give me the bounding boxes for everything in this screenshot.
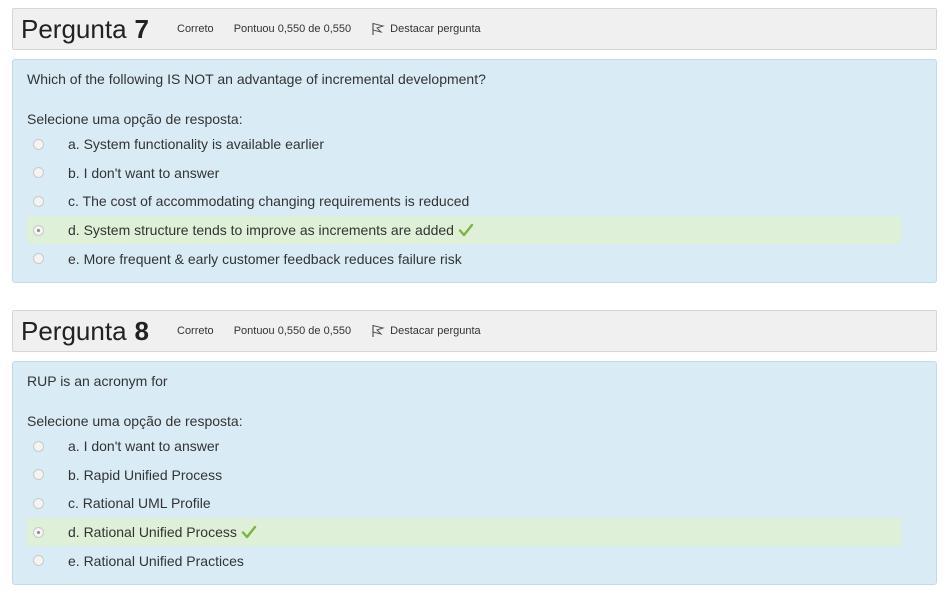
flag-icon bbox=[372, 325, 385, 337]
answer-label: a. System functionality is available ear… bbox=[68, 136, 325, 153]
answer-radio[interactable] bbox=[33, 469, 44, 481]
answer-radio[interactable] bbox=[33, 253, 44, 265]
answer-label: e. More frequent & early customer feedba… bbox=[68, 250, 462, 267]
answer-list: a. System functionality is available ear… bbox=[27, 130, 922, 273]
question-body: Which of the following IS NOT an advanta… bbox=[12, 59, 937, 283]
question-state: Correto bbox=[177, 23, 214, 35]
question-grade: Pontuou 0,550 de 0,550 bbox=[233, 325, 352, 337]
answer-label: b. Rapid Unified Process bbox=[68, 466, 223, 483]
answer-prompt: Selecione uma opção de resposta: bbox=[27, 111, 243, 127]
question-number: 7 bbox=[134, 13, 149, 44]
question-text: Which of the following IS NOT an advanta… bbox=[27, 71, 486, 87]
answer-label: c. Rational UML Profile bbox=[68, 495, 211, 512]
answer-radio-checked[interactable] bbox=[33, 224, 44, 236]
answer-option-correct[interactable]: d. System structure tends to improve as … bbox=[27, 215, 901, 245]
answer-label: c. The cost of accommodating changing re… bbox=[68, 193, 470, 210]
flag-icon bbox=[372, 23, 385, 35]
question-8: Pergunta 8 Correto Pontuou 0,550 de 0,550… bbox=[12, 310, 937, 585]
answer-label: e. Rational Unified Practices bbox=[68, 552, 244, 569]
question-title: Pergunta 7 bbox=[21, 14, 149, 45]
question-text: RUP is an acronym for bbox=[27, 373, 168, 389]
check-icon bbox=[241, 525, 257, 539]
answer-radio[interactable] bbox=[33, 195, 44, 207]
answer-radio[interactable] bbox=[33, 440, 44, 452]
question-header: Pergunta 7 Correto Pontuou 0,550 de 0,550… bbox=[12, 8, 937, 50]
answer-option[interactable]: a. System functionality is available ear… bbox=[27, 130, 901, 159]
answer-option[interactable]: e. Rational Unified Practices bbox=[27, 546, 901, 575]
question-title-label: Pergunta bbox=[21, 315, 127, 346]
question-title: Pergunta 8 bbox=[21, 316, 149, 347]
flag-question-button[interactable]: Destacar pergunta bbox=[371, 22, 481, 36]
answer-radio[interactable] bbox=[33, 138, 44, 150]
answer-option[interactable]: b. I don't want to answer bbox=[27, 159, 901, 188]
answer-radio-checked[interactable] bbox=[33, 526, 44, 538]
answer-option[interactable]: c. Rational UML Profile bbox=[27, 489, 901, 518]
answer-label: d. Rational Unified Process bbox=[68, 524, 237, 541]
answer-option[interactable]: b. Rapid Unified Process bbox=[27, 461, 901, 490]
answer-list: a. I don't want to answer b. Rapid Unifi… bbox=[27, 432, 922, 575]
answer-radio[interactable] bbox=[33, 497, 44, 509]
flag-question-label: Destacar pergunta bbox=[390, 23, 481, 35]
answer-option[interactable]: e. More frequent & early customer feedba… bbox=[27, 244, 901, 273]
answer-radio[interactable] bbox=[33, 555, 44, 567]
answer-radio[interactable] bbox=[33, 167, 44, 179]
answer-option-correct[interactable]: d. Rational Unified Process bbox=[27, 517, 901, 547]
check-icon bbox=[458, 223, 474, 237]
flag-question-button[interactable]: Destacar pergunta bbox=[371, 324, 481, 338]
answer-label: a. I don't want to answer bbox=[68, 438, 220, 455]
answer-option[interactable]: a. I don't want to answer bbox=[27, 432, 901, 461]
answer-label: b. I don't want to answer bbox=[68, 164, 220, 181]
question-number: 8 bbox=[134, 315, 149, 346]
question-7: Pergunta 7 Correto Pontuou 0,550 de 0,550… bbox=[12, 8, 937, 283]
answer-prompt: Selecione uma opção de resposta: bbox=[27, 413, 243, 429]
flag-question-label: Destacar pergunta bbox=[390, 325, 481, 337]
answer-label: d. System structure tends to improve as … bbox=[68, 222, 454, 239]
answer-option[interactable]: c. The cost of accommodating changing re… bbox=[27, 187, 901, 216]
question-title-label: Pergunta bbox=[21, 13, 127, 44]
question-header: Pergunta 8 Correto Pontuou 0,550 de 0,550… bbox=[12, 310, 937, 352]
question-body: RUP is an acronym for Selecione uma opçã… bbox=[12, 361, 937, 585]
question-grade: Pontuou 0,550 de 0,550 bbox=[233, 23, 352, 35]
question-state: Correto bbox=[177, 325, 214, 337]
